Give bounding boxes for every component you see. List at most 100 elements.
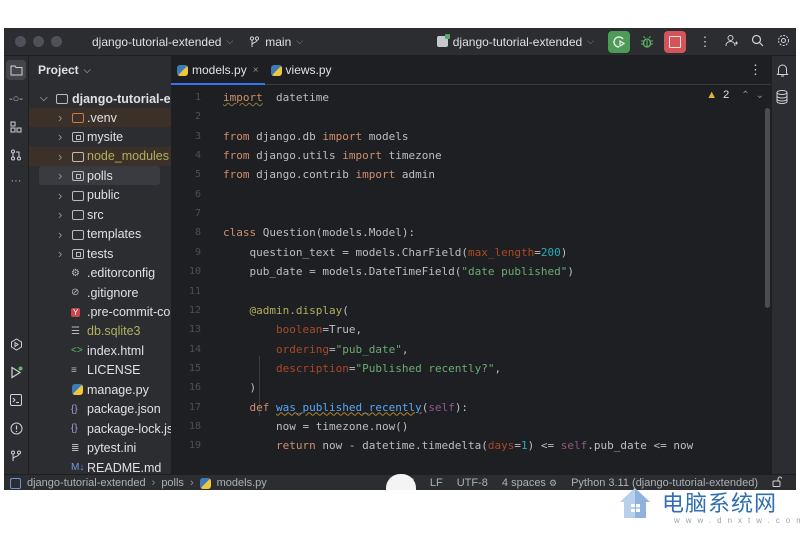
tree-item[interactable]: {} package-lock.jsc bbox=[29, 419, 171, 438]
tree-item[interactable]: ≣ pytest.ini bbox=[29, 439, 171, 458]
line-ending[interactable]: LF bbox=[430, 477, 443, 489]
code-line[interactable]: question_text = models.CharField(max_len… bbox=[223, 246, 567, 259]
code-line[interactable]: @admin.display( bbox=[223, 304, 348, 317]
tree-item[interactable]: Y .pre-commit-cor bbox=[29, 303, 171, 322]
problems-tool-button[interactable] bbox=[6, 418, 26, 438]
stop-button[interactable] bbox=[664, 30, 686, 53]
code-token: datetime bbox=[262, 91, 329, 104]
breadcrumb-item-file[interactable]: models.py bbox=[217, 477, 267, 489]
tree-item-label: mysite bbox=[87, 129, 124, 144]
code-token: import bbox=[342, 149, 382, 163]
indent-setting[interactable]: 4 spaces ⚙ bbox=[502, 477, 557, 489]
breadcrumb-item-project[interactable]: django-tutorial-extended bbox=[27, 477, 146, 489]
chevron-right-icon[interactable]: › bbox=[58, 168, 62, 183]
code-token: pub_date = models.DateTimeField( bbox=[223, 265, 462, 279]
tree-item[interactable]: › templates bbox=[29, 225, 171, 244]
tab-options-button[interactable]: ⋮ bbox=[749, 62, 762, 78]
code-line[interactable]: ) bbox=[223, 381, 256, 394]
project-tool-button[interactable] bbox=[6, 60, 26, 80]
breadcrumb-item-polls[interactable]: polls bbox=[161, 477, 184, 489]
django-config-icon bbox=[436, 34, 450, 47]
code-line[interactable]: from django.contrib import admin bbox=[223, 168, 435, 181]
tree-item[interactable]: › node_modules l bbox=[29, 146, 171, 166]
tree-item[interactable]: <> index.html bbox=[29, 341, 171, 360]
folder-icon bbox=[72, 113, 84, 123]
tree-item[interactable]: › polls bbox=[29, 166, 171, 186]
tree-item[interactable]: M↓ README.md bbox=[29, 458, 171, 474]
chevron-right-icon[interactable]: › bbox=[58, 246, 62, 261]
code-line[interactable]: ordering="pub_date", bbox=[223, 343, 408, 356]
code-line[interactable]: now = timezone.now() bbox=[223, 420, 408, 433]
previous-highlight-button[interactable]: ⌃ bbox=[741, 90, 749, 101]
code-line[interactable]: description="Published recently?", bbox=[223, 362, 501, 375]
debug-button[interactable] bbox=[636, 31, 658, 53]
close-tab-button[interactable]: × bbox=[253, 65, 259, 76]
tree-item[interactable]: › tests bbox=[29, 244, 171, 263]
json-file-icon: {} bbox=[71, 403, 78, 415]
tree-item[interactable]: {} package.json bbox=[29, 400, 171, 419]
commit-tool-button[interactable]: -○- bbox=[6, 89, 26, 109]
code-line[interactable]: boolean=True, bbox=[223, 323, 362, 336]
line-number: 12 bbox=[188, 304, 201, 316]
settings-button[interactable] bbox=[770, 34, 796, 50]
file-encoding[interactable]: UTF-8 bbox=[457, 477, 488, 489]
tree-item-label: public bbox=[87, 188, 120, 203]
chevron-right-icon[interactable]: › bbox=[58, 149, 62, 164]
code-line[interactable]: class Question(models.Model): bbox=[223, 226, 415, 239]
ini-file-icon: ≣ bbox=[71, 442, 80, 454]
stop-icon bbox=[669, 35, 681, 48]
code-line[interactable]: import datetime bbox=[223, 91, 329, 104]
chevron-right-icon[interactable]: › bbox=[58, 129, 62, 144]
run-config-name: django-tutorial-extended bbox=[452, 34, 583, 49]
tree-item[interactable]: ☰ db.sqlite3 bbox=[29, 322, 171, 341]
tree-item[interactable]: › mysite bbox=[29, 127, 171, 146]
more-actions-button[interactable]: ⋮ bbox=[692, 34, 718, 50]
run-tool-button[interactable] bbox=[6, 362, 26, 382]
rerun-button[interactable] bbox=[608, 30, 630, 53]
tree-item[interactable]: ≡ LICENSE bbox=[29, 361, 171, 380]
notifications-button[interactable] bbox=[776, 63, 789, 80]
tree-root[interactable]: ⌵ django-tutorial-ex bbox=[29, 89, 171, 108]
project-panel-header[interactable]: Project ⌵ bbox=[29, 56, 171, 84]
search-button[interactable] bbox=[744, 34, 770, 50]
pull-requests-tool-button[interactable] bbox=[6, 145, 26, 165]
tab-views-py[interactable]: views.py bbox=[265, 56, 338, 84]
code-line[interactable]: return now - datetime.timedelta(days=1) … bbox=[223, 439, 693, 452]
maximize-window-button[interactable] bbox=[51, 36, 62, 47]
code-token: import bbox=[223, 91, 263, 104]
add-user-button[interactable] bbox=[718, 34, 744, 50]
chevron-right-icon[interactable]: › bbox=[58, 227, 62, 242]
tab-models-py[interactable]: models.py × bbox=[171, 56, 265, 85]
code-line[interactable]: def was_published_recently(self): bbox=[223, 401, 468, 414]
code-line[interactable]: from django.utils import timezone bbox=[223, 149, 442, 162]
tree-item[interactable]: › src bbox=[29, 205, 171, 224]
database-button[interactable] bbox=[776, 90, 788, 107]
line-number: 5 bbox=[194, 169, 201, 181]
python-file-icon bbox=[177, 64, 188, 76]
chevron-right-icon[interactable]: › bbox=[58, 188, 62, 203]
project-switcher[interactable]: django-tutorial-extended ⌵ bbox=[92, 35, 233, 49]
tree-item[interactable]: ⚙ .editorconfig bbox=[29, 264, 171, 283]
minimize-window-button[interactable] bbox=[33, 36, 44, 47]
folder-icon bbox=[56, 94, 68, 104]
code-line[interactable]: from django.db import models bbox=[223, 130, 408, 143]
next-highlight-button[interactable]: ⌄ bbox=[756, 90, 764, 101]
tree-item[interactable]: › .venv bbox=[29, 108, 171, 127]
tree-item[interactable]: › public bbox=[29, 186, 171, 205]
services-tool-button[interactable] bbox=[6, 334, 26, 354]
code-line[interactable]: pub_date = models.DateTimeField("date pu… bbox=[223, 265, 574, 278]
code-token: django.db bbox=[249, 129, 323, 143]
chevron-right-icon[interactable]: › bbox=[58, 110, 62, 125]
structure-tool-button[interactable] bbox=[6, 117, 26, 137]
git-tool-button[interactable] bbox=[6, 446, 26, 466]
vertical-scrollbar[interactable] bbox=[765, 108, 770, 308]
close-window-button[interactable] bbox=[15, 36, 26, 47]
tree-item[interactable]: ⊘ .gitignore bbox=[29, 283, 171, 302]
inspections-widget[interactable]: ▲ 2 ⌃ ⌄ bbox=[706, 89, 764, 101]
chevron-right-icon[interactable]: › bbox=[58, 207, 62, 222]
more-tools-button[interactable]: ··· bbox=[6, 171, 26, 191]
branch-switcher[interactable]: main ⌵ bbox=[249, 35, 303, 49]
tree-item[interactable]: manage.py bbox=[29, 380, 171, 399]
run-configuration-selector[interactable]: django-tutorial-extended ⌵ bbox=[436, 34, 594, 49]
terminal-tool-button[interactable] bbox=[6, 390, 26, 410]
